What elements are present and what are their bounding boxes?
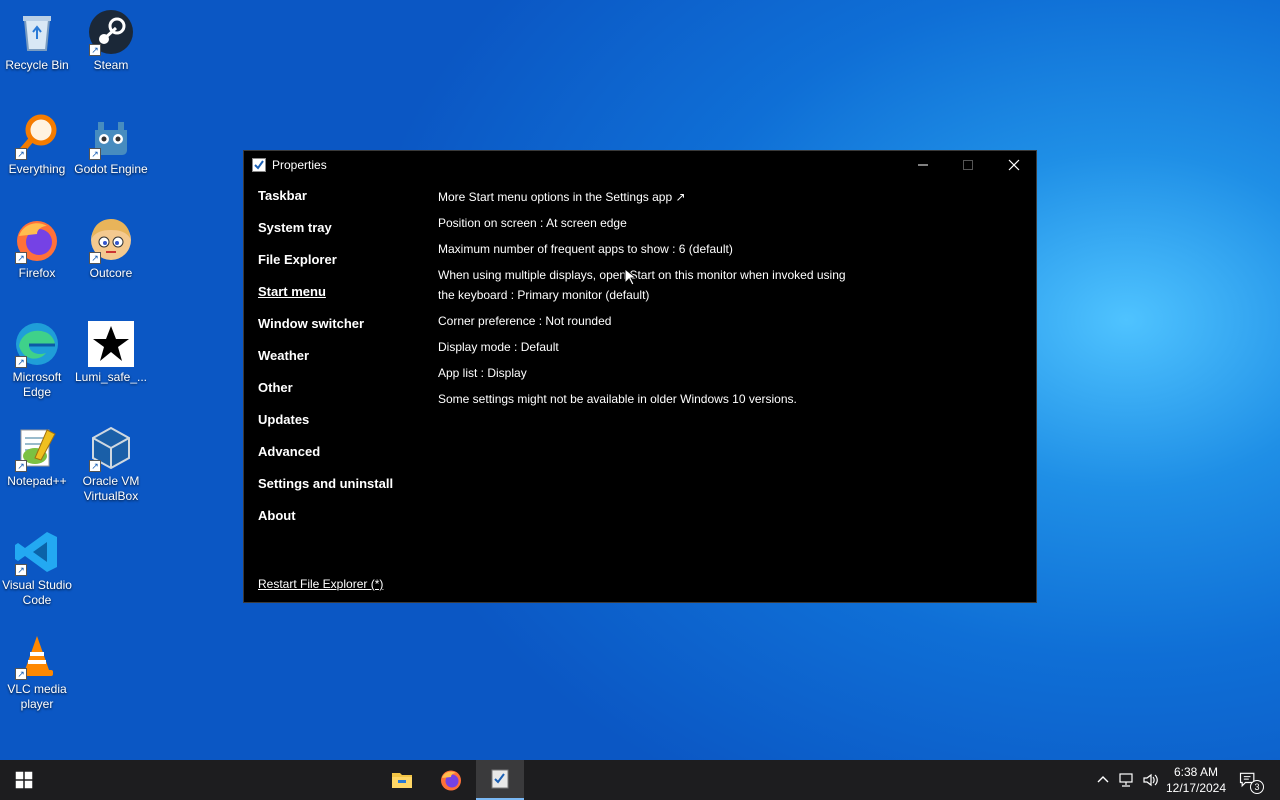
recycle-bin-icon — [13, 8, 61, 56]
desktop-icon-lumi-safe[interactable]: Lumi_safe_... — [74, 320, 148, 385]
option-corner-preference[interactable]: Corner preference : Not rounded — [438, 311, 858, 331]
shortcut-arrow-icon: ↗ — [15, 668, 27, 680]
shortcut-arrow-icon: ↗ — [89, 460, 101, 472]
windows-logo-icon — [15, 771, 33, 789]
shortcut-arrow-icon: ↗ — [15, 148, 27, 160]
firefox-icon: ↗ — [13, 216, 61, 264]
desktop-icon-label: VLC media player — [7, 682, 67, 711]
settings-content: More Start menu options in the Settings … — [438, 187, 858, 415]
desktop-icon-label: Firefox — [18, 266, 56, 280]
desktop-icon-vlc[interactable]: ↗ VLC media player — [0, 632, 74, 712]
minimize-button[interactable] — [900, 151, 946, 179]
desktop-icon-godot[interactable]: ↗ Godot Engine — [74, 112, 148, 177]
vscode-icon: ↗ — [13, 528, 61, 576]
option-multiple-displays[interactable]: When using multiple displays, open Start… — [438, 265, 858, 305]
restart-file-explorer-link[interactable]: Restart File Explorer (*) — [258, 577, 383, 591]
desktop-icon-label: Outcore — [89, 266, 133, 280]
close-button[interactable] — [991, 151, 1037, 179]
properties-app-icon — [491, 769, 509, 789]
nav-item-updates[interactable]: Updates — [258, 413, 428, 445]
desktop-icon-edge[interactable]: ↗ Microsoft Edge — [0, 320, 74, 400]
nav-item-taskbar[interactable]: Taskbar — [258, 189, 428, 221]
notification-center-button[interactable]: 3 — [1226, 760, 1270, 800]
maximize-button[interactable] — [945, 151, 991, 179]
shortcut-arrow-icon: ↗ — [15, 564, 27, 576]
compatibility-note: Some settings might not be available in … — [438, 392, 797, 406]
nav-item-start-menu[interactable]: Start menu — [258, 285, 428, 317]
notification-count-badge: 3 — [1250, 780, 1264, 794]
outcore-icon: ↗ — [87, 216, 135, 264]
option-frequent-apps[interactable]: Maximum number of frequent apps to show … — [438, 239, 858, 259]
desktop-icon-label: Microsoft Edge — [12, 370, 62, 399]
nav-item-about[interactable]: About — [258, 509, 428, 541]
nav-item-system-tray[interactable]: System tray — [258, 221, 428, 253]
shortcut-arrow-icon: ↗ — [15, 252, 27, 264]
star-icon — [87, 320, 135, 368]
shortcut-arrow-icon: ↗ — [15, 460, 27, 472]
nav-item-settings-and-uninstall[interactable]: Settings and uninstall — [258, 477, 428, 509]
title-bar[interactable]: Properties — [244, 151, 1036, 179]
volume-icon[interactable] — [1142, 771, 1160, 789]
taskbar-firefox[interactable] — [427, 760, 475, 800]
option-app-list[interactable]: App list : Display — [438, 363, 858, 383]
settings-app-link[interactable]: More Start menu options in the Settings … — [438, 187, 858, 207]
edge-icon: ↗ — [13, 320, 61, 368]
shortcut-arrow-icon: ↗ — [89, 44, 101, 56]
start-button[interactable] — [0, 760, 48, 800]
desktop-icon-label: Visual Studio Code — [2, 578, 72, 607]
nav-item-advanced[interactable]: Advanced — [258, 445, 428, 477]
desktop-icon-steam[interactable]: ↗ Steam — [74, 8, 148, 73]
taskbar-properties-window[interactable] — [476, 760, 524, 800]
clock-date: 12/17/2024 — [1165, 781, 1227, 795]
desktop-icon-everything[interactable]: ↗ Everything — [0, 112, 74, 177]
folder-icon — [392, 773, 412, 788]
app-icon — [252, 158, 266, 172]
vlc-icon: ↗ — [13, 632, 61, 680]
mouse-cursor-icon — [624, 268, 636, 286]
steam-icon: ↗ — [87, 8, 135, 56]
everything-search-icon: ↗ — [13, 112, 61, 160]
shortcut-arrow-icon: ↗ — [15, 356, 27, 368]
sidebar-nav: Taskbar System tray File Explorer Start … — [258, 189, 428, 541]
desktop-icon-outcore[interactable]: ↗ Outcore — [74, 216, 148, 281]
desktop-icon-label: Everything — [8, 162, 66, 176]
nav-item-file-explorer[interactable]: File Explorer — [258, 253, 428, 285]
firefox-icon — [441, 770, 461, 791]
desktop-icon-label: Oracle VM VirtualBox — [82, 474, 140, 503]
close-icon — [1008, 159, 1020, 171]
nav-item-window-switcher[interactable]: Window switcher — [258, 317, 428, 349]
taskbar: 6:38 AM 12/17/2024 3 — [0, 760, 1280, 800]
desktop-icon-virtualbox[interactable]: ↗ Oracle VM VirtualBox — [74, 424, 148, 504]
desktop-icon-label: Lumi_safe_... — [74, 370, 148, 384]
desktop-icon-firefox[interactable]: ↗ Firefox — [0, 216, 74, 281]
maximize-icon — [963, 160, 973, 170]
desktop-icon-label: Godot Engine — [74, 162, 148, 176]
shortcut-arrow-icon: ↗ — [89, 148, 101, 160]
nav-item-weather[interactable]: Weather — [258, 349, 428, 381]
notepadpp-icon: ↗ — [13, 424, 61, 472]
shortcut-arrow-icon: ↗ — [89, 252, 101, 264]
minimize-icon — [918, 164, 928, 166]
option-display-mode[interactable]: Display mode : Default — [438, 337, 858, 357]
nav-item-other[interactable]: Other — [258, 381, 428, 413]
godot-icon: ↗ — [87, 112, 135, 160]
properties-window: Properties Taskbar System tray File Expl… — [243, 150, 1037, 603]
desktop-icon-vscode[interactable]: ↗ Visual Studio Code — [0, 528, 74, 608]
desktop-icon-recycle-bin[interactable]: Recycle Bin — [0, 8, 74, 73]
desktop-icon-notepadpp[interactable]: ↗ Notepad++ — [0, 424, 74, 489]
desktop-icon-label: Recycle Bin — [5, 58, 69, 72]
window-title: Properties — [272, 158, 327, 172]
taskbar-file-explorer[interactable] — [378, 760, 426, 800]
virtualbox-icon: ↗ — [87, 424, 135, 472]
system-clock[interactable]: 6:38 AM 12/17/2024 — [1160, 764, 1232, 796]
desktop-icon-label: Notepad++ — [7, 474, 67, 488]
option-position-on-screen[interactable]: Position on screen : At screen edge — [438, 213, 858, 233]
desktop-icon-label: Steam — [93, 58, 129, 72]
network-icon[interactable] — [1118, 771, 1136, 789]
show-hidden-icons-chevron-up-icon[interactable] — [1094, 771, 1112, 789]
clock-time: 6:38 AM — [1173, 765, 1219, 779]
